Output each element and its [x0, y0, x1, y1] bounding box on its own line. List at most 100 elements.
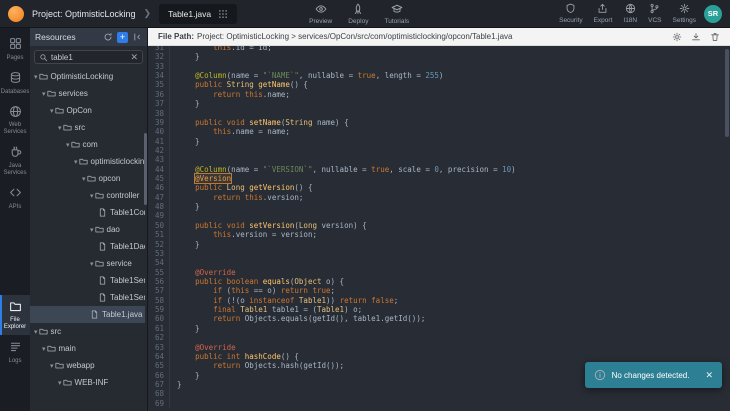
tree-item[interactable]: ▾dao [30, 221, 145, 238]
code-line: 32 } [148, 52, 730, 61]
tree-item[interactable]: ▾ OptimisticLocking [30, 68, 145, 85]
tree-item[interactable]: ▾OpCon [30, 102, 145, 119]
tree-item[interactable]: ▾ service [30, 255, 145, 272]
line-number: 54 [148, 258, 170, 267]
deploy-button[interactable]: Deploy [348, 3, 368, 25]
editor-scrollbar[interactable] [725, 49, 729, 137]
line-number: 36 [148, 90, 170, 99]
tree-item-label: Table1Controller.java [110, 208, 145, 217]
settings-button[interactable]: Settings [673, 3, 697, 24]
line-number: 42 [148, 146, 170, 155]
tree-item[interactable]: ▾ opcon [30, 170, 145, 187]
tree-item[interactable]: ▾main [30, 340, 145, 357]
code-line: 46 public Long getVersion() { [148, 183, 730, 192]
chevron-down-icon: ▾ [90, 192, 94, 200]
tab-table1-java[interactable]: Table1.java [159, 4, 237, 24]
code-editor[interactable]: 31 this.id = id;32 }3334 @Column(name = … [148, 46, 730, 411]
tab-switcher-grid-icon[interactable] [218, 9, 228, 19]
logs-icon [9, 340, 22, 356]
tree-item-label: service [107, 259, 132, 268]
tree-item[interactable]: ▾webapp [30, 357, 145, 374]
export-button[interactable]: Export [594, 3, 613, 24]
databases-icon [9, 71, 22, 87]
download-icon[interactable] [691, 32, 701, 42]
folder-icon [47, 89, 56, 98]
line-number: 44 [148, 165, 170, 174]
tree-item[interactable]: ▾com [30, 136, 145, 153]
file-actions [672, 32, 720, 42]
security-button[interactable]: Security [559, 3, 582, 24]
tree-item[interactable]: Table1Dao.java [30, 238, 145, 255]
file-path-bar: File Path: Project: OptimisticLocking > … [148, 28, 730, 46]
tree-scrollbar[interactable] [144, 133, 147, 205]
avatar[interactable]: SR [704, 5, 722, 23]
gear-icon[interactable] [672, 32, 682, 42]
trash-icon[interactable] [710, 32, 720, 42]
code-line: 62 [148, 333, 730, 342]
tree-item[interactable]: Table1Controller.java [30, 204, 145, 221]
tree-item[interactable]: ▾src [30, 119, 145, 136]
tree-item-label: opcon [99, 174, 121, 183]
tree-item[interactable]: ▾src [30, 323, 145, 340]
line-number: 56 [148, 277, 170, 286]
tree-item-label: OptimisticLocking [51, 72, 114, 81]
code-line: 41 } [148, 137, 730, 146]
line-number: 34 [148, 71, 170, 80]
vcs-button[interactable]: VCS [648, 3, 661, 24]
line-number: 51 [148, 230, 170, 239]
tutorials-icon [391, 3, 403, 17]
line-number: 50 [148, 221, 170, 230]
folder-icon [87, 174, 96, 183]
preview-button[interactable]: Preview [309, 3, 332, 25]
line-number: 41 [148, 137, 170, 146]
tree-item[interactable]: Table1ServiceImpl.java [30, 289, 145, 306]
folder-icon [63, 123, 72, 132]
rail-item-apis[interactable]: APIs [0, 181, 30, 215]
line-number: 63 [148, 343, 170, 352]
rail-item-java-services[interactable]: Java Services [0, 140, 30, 181]
search-input[interactable] [51, 53, 127, 62]
line-number: 40 [148, 127, 170, 136]
clear-search-icon[interactable]: ✕ [130, 52, 138, 63]
line-number: 69 [148, 399, 170, 408]
rail-item-file-explorer[interactable]: File Explorer [0, 295, 30, 336]
toast-no-changes: No changes detected. ✕ [585, 362, 722, 388]
code-line: 52 } [148, 240, 730, 249]
tree-item[interactable]: Table1.java [30, 306, 145, 323]
tree-item[interactable]: ▾optimisticlocking [30, 153, 145, 170]
chevron-down-icon: ▾ [90, 226, 94, 234]
tree-item[interactable]: ▾services [30, 85, 145, 102]
chevron-down-icon: ▾ [90, 260, 94, 268]
tutorials-button[interactable]: Tutorials [384, 3, 409, 25]
refresh-icon[interactable] [103, 32, 113, 42]
tree-item[interactable]: Table1Service.java [30, 272, 145, 289]
rail-item-pages[interactable]: Pages [0, 32, 30, 66]
code-line: 43 [148, 155, 730, 164]
line-number: 33 [148, 62, 170, 71]
code-line: 45 @Version [148, 174, 730, 183]
add-resource-button[interactable]: + [117, 32, 128, 43]
rail-item-web-services[interactable]: Web Services [0, 100, 30, 141]
rail-item-databases[interactable]: Databases [0, 66, 30, 100]
folder-icon [95, 191, 104, 200]
code-line: 34 @Column(name = "`NAME`", nullable = t… [148, 71, 730, 80]
collapse-panel-icon[interactable] [132, 32, 142, 42]
tree-item[interactable]: ▾controller [30, 187, 145, 204]
line-number: 46 [148, 183, 170, 192]
chevron-down-icon: ▾ [34, 73, 38, 81]
code-line: 68 [148, 389, 730, 398]
chevron-down-icon: ▾ [82, 175, 86, 183]
toast-close-icon[interactable]: ✕ [705, 370, 713, 381]
tree-item-label: webapp [67, 361, 95, 370]
tree-item-label: optimisticlocking [91, 157, 145, 166]
chevron-down-icon: ▾ [42, 90, 46, 98]
code-line: 50 public void setVersion(Long version) … [148, 221, 730, 230]
tree-item[interactable]: ▾WEB-INF [30, 374, 145, 391]
line-number: 61 [148, 324, 170, 333]
file-icon [98, 293, 107, 302]
i18n-button[interactable]: I18N [623, 3, 637, 24]
line-number: 58 [148, 296, 170, 305]
rail-item-logs[interactable]: Logs [0, 335, 30, 369]
export-icon [597, 3, 608, 16]
tree-item-label: Table1Dao.java [110, 242, 145, 251]
